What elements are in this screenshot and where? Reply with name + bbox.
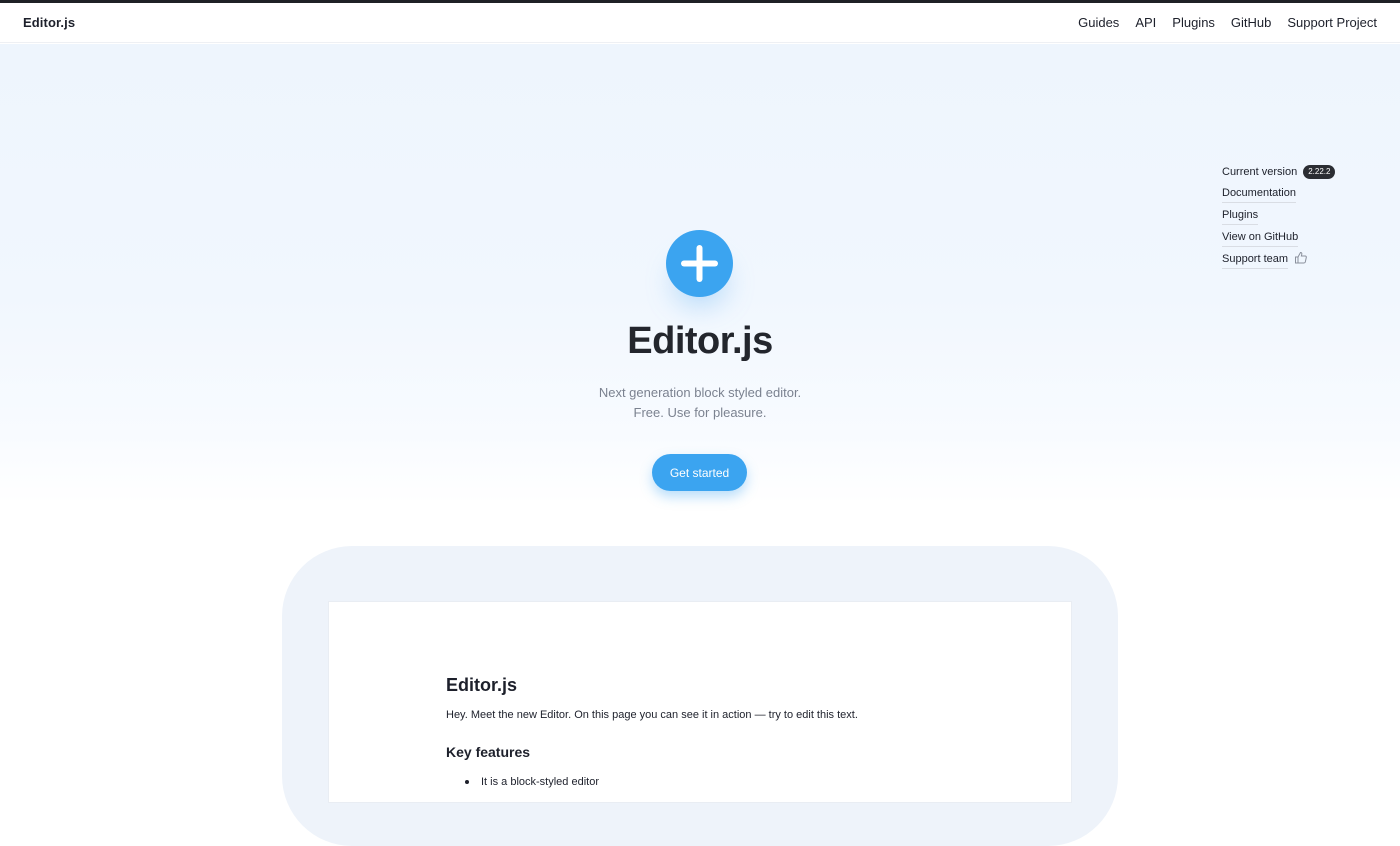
hero-subtitle-line-2: Free. Use for pleasure.: [633, 405, 767, 420]
documentation-label: Documentation: [1222, 185, 1296, 203]
nav-link-plugins[interactable]: Plugins: [1172, 15, 1215, 30]
list-item[interactable]: It is a block-styled editor: [446, 776, 599, 788]
nav-link-github[interactable]: GitHub: [1231, 15, 1271, 30]
editorjs-logo: [666, 230, 733, 305]
list-item-text: It is a block-styled editor: [481, 776, 599, 788]
editor-list: It is a block-styled editor: [446, 776, 599, 788]
get-started-button[interactable]: Get started: [652, 454, 747, 491]
thumbs-up-icon: [1294, 251, 1308, 270]
plus-icon: [681, 245, 718, 282]
side-menu-current-version[interactable]: Current version 2.22.2: [1222, 161, 1336, 183]
editor-heading[interactable]: Key features: [446, 744, 530, 760]
navbar: Editor.js Guides API Plugins GitHub Supp…: [0, 3, 1400, 43]
logo-circle: [666, 230, 733, 297]
nav-link-support-project[interactable]: Support Project: [1287, 15, 1377, 30]
hero-title: Editor.js: [627, 320, 773, 362]
nav-links: Guides API Plugins GitHub Support Projec…: [1062, 15, 1377, 30]
bullet-icon: [465, 780, 469, 784]
brand-logo[interactable]: Editor.js: [23, 15, 75, 30]
hero-subtitle-line-1: Next generation block styled editor.: [598, 385, 802, 400]
view-on-github-label: View on GitHub: [1222, 229, 1299, 247]
editor-paper[interactable]: [329, 602, 1071, 802]
side-menu-support-team[interactable]: Support team: [1222, 249, 1335, 271]
hero-subtitle: Next generation block styled editor. Fre…: [0, 383, 1400, 423]
editor-title[interactable]: Editor.js: [446, 675, 517, 696]
side-menu-plugins[interactable]: Plugins: [1222, 205, 1335, 227]
plugins-label: Plugins: [1222, 207, 1259, 225]
support-team-label: Support team: [1222, 251, 1289, 269]
side-menu: Current version 2.22.2 Documentation Plu…: [1222, 161, 1336, 271]
version-badge: 2.22.2: [1303, 165, 1336, 179]
editor-paragraph[interactable]: Hey. Meet the new Editor. On this page y…: [446, 709, 858, 721]
side-menu-view-on-github[interactable]: View on GitHub: [1222, 227, 1335, 249]
current-version-label: Current version: [1222, 166, 1298, 178]
nav-link-api[interactable]: API: [1135, 15, 1156, 30]
side-menu-documentation[interactable]: Documentation: [1222, 183, 1335, 205]
nav-link-guides[interactable]: Guides: [1078, 15, 1119, 30]
